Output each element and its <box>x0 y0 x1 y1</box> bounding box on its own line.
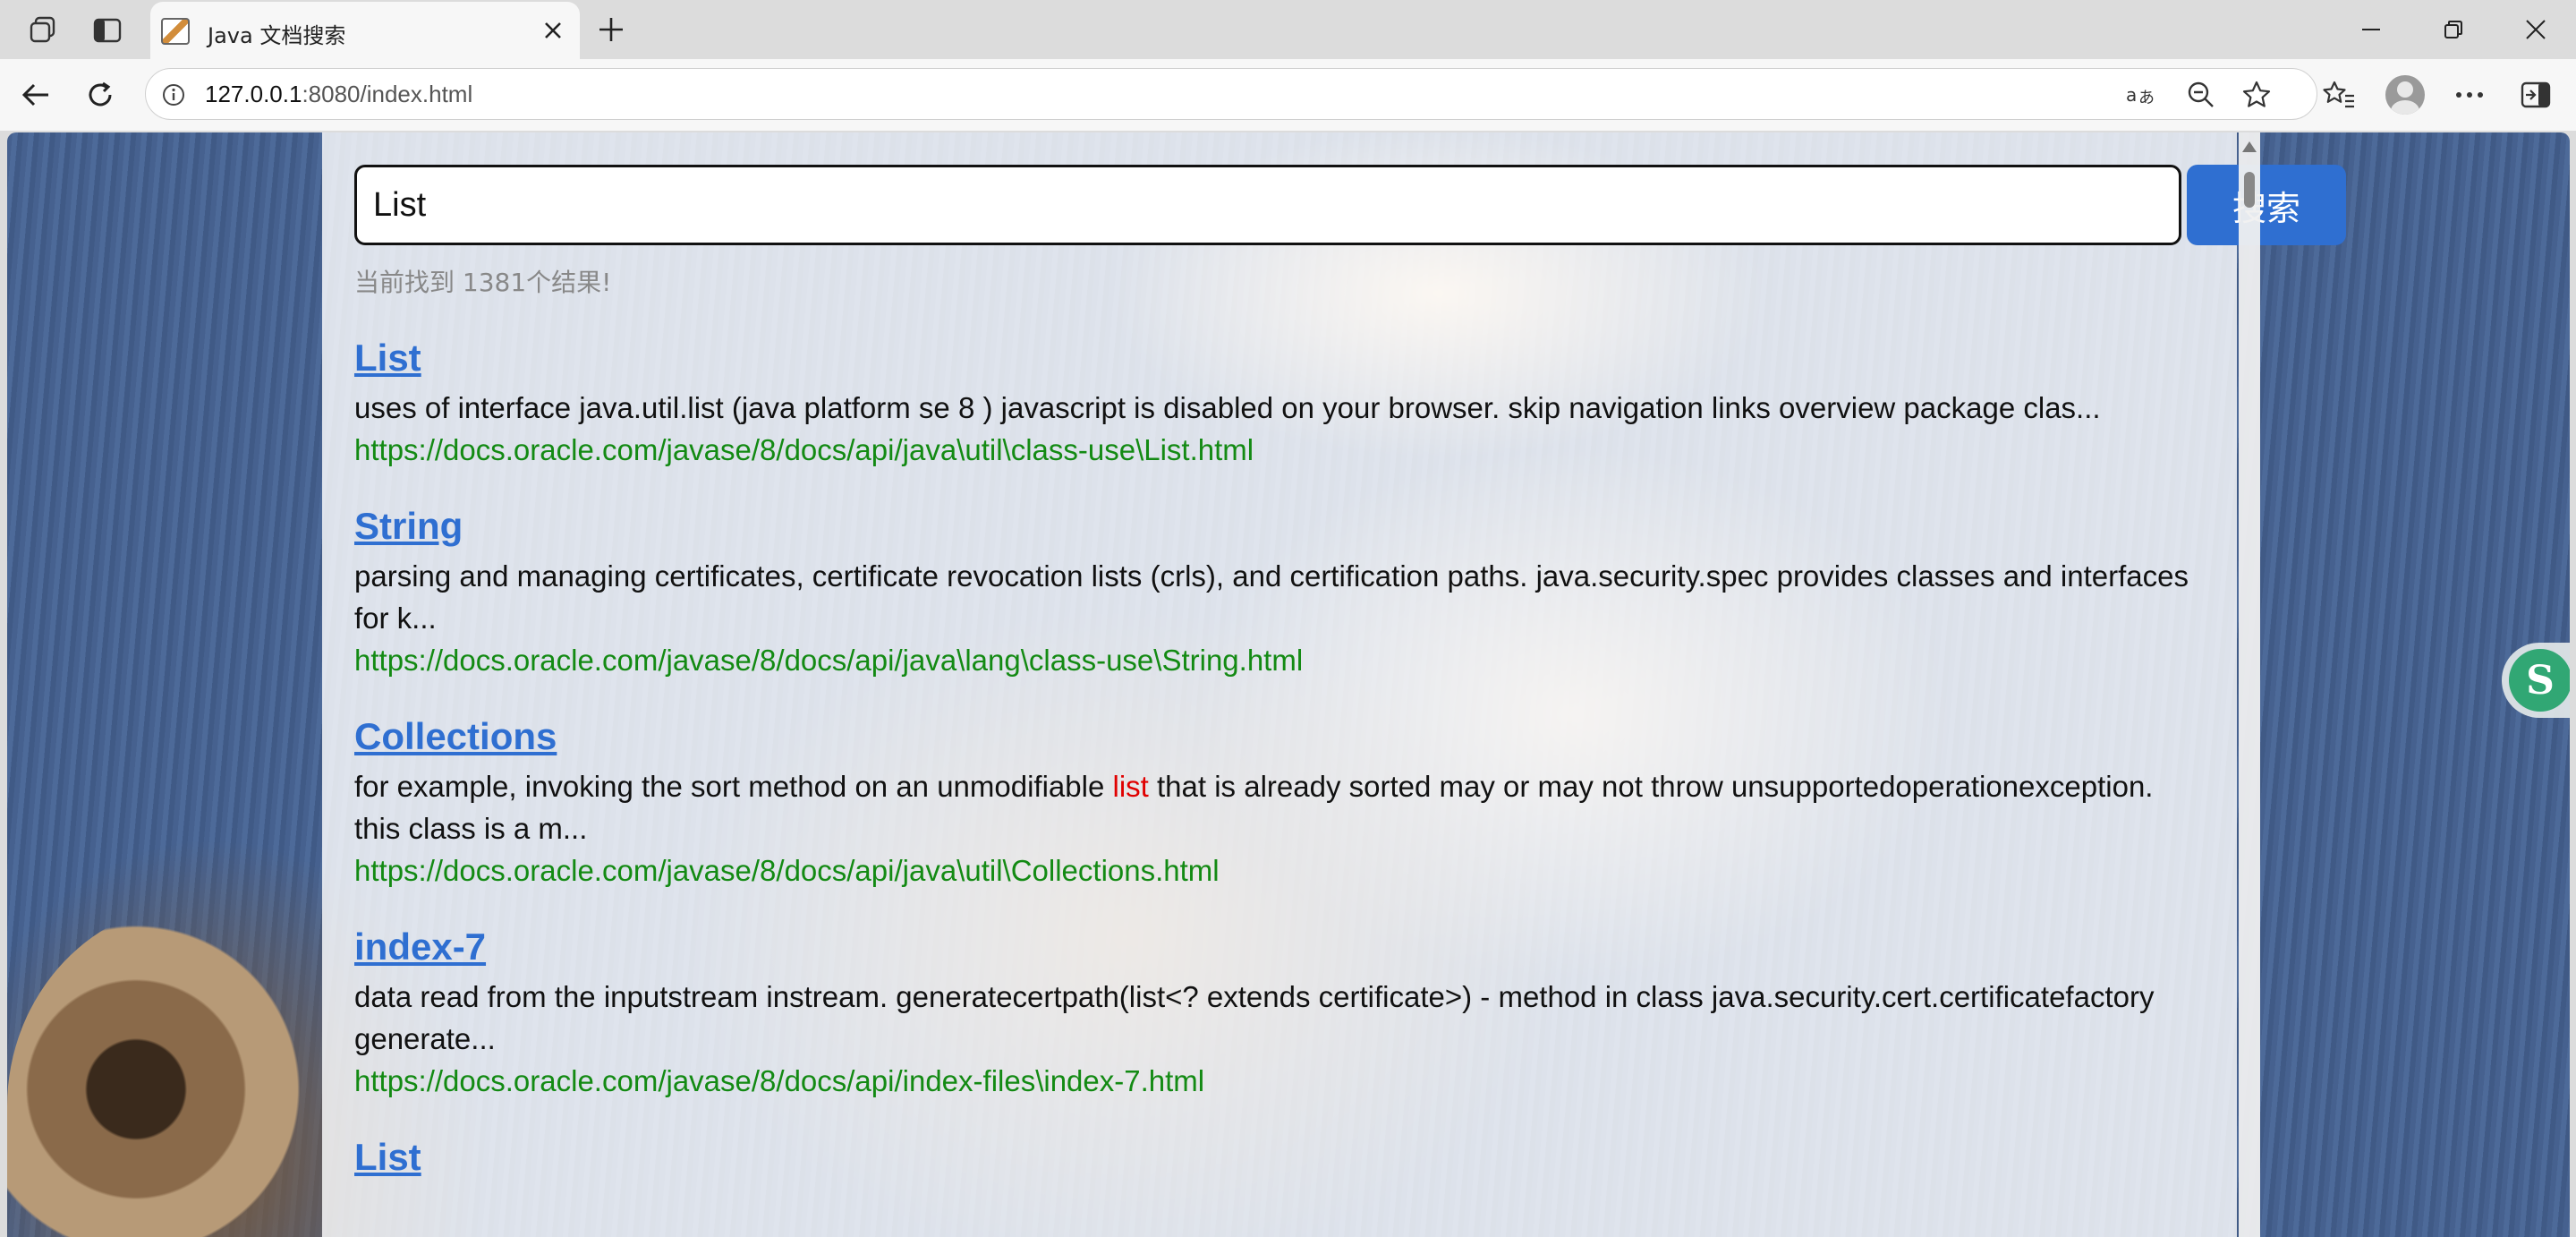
restore-icon[interactable] <box>2409 7 2498 52</box>
favorites-icon[interactable] <box>2317 73 2360 116</box>
new-tab-icon[interactable] <box>591 9 632 50</box>
result-url: https://docs.oracle.com/javase/8/docs/ap… <box>354 854 1220 887</box>
zoom-out-icon[interactable] <box>2184 78 2218 112</box>
result-description: uses of interface java.util.list (java p… <box>354 391 2101 424</box>
result-item: index-7 data read from the inputstream i… <box>354 922 2198 1102</box>
result-title-link[interactable]: index-7 <box>354 922 486 972</box>
svg-text:あ: あ <box>2138 89 2155 107</box>
browser-toolbar: 127.0.0.1:8080/index.html aあ <box>0 59 2576 131</box>
window-close-icon[interactable] <box>2491 7 2576 52</box>
read-aloud-icon[interactable]: aあ <box>2125 78 2159 112</box>
result-count: 当前找到 1381个结果! <box>354 268 612 297</box>
address-bar[interactable]: 127.0.0.1:8080/index.html aあ <box>145 68 2317 120</box>
info-icon[interactable] <box>158 80 189 110</box>
result-url: https://docs.oracle.com/javase/8/docs/ap… <box>354 644 1304 677</box>
result-title-link[interactable]: List <box>354 333 421 383</box>
result-title-link[interactable]: List <box>354 1132 421 1182</box>
result-title-link[interactable]: String <box>354 501 463 551</box>
workspaces-icon[interactable] <box>23 11 63 50</box>
search-input[interactable] <box>354 165 2181 245</box>
results-list: List uses of interface java.util.list (j… <box>354 333 2198 1213</box>
result-url: https://docs.oracle.com/javase/8/docs/ap… <box>354 433 1254 466</box>
close-icon[interactable] <box>537 14 569 47</box>
back-icon[interactable] <box>13 72 59 118</box>
page-scrollbar[interactable] <box>2239 132 2260 1237</box>
page-viewport: 搜索 当前找到 1381个结果! List uses of interface … <box>7 132 2570 1237</box>
scroll-up-arrow-icon[interactable] <box>2242 141 2257 152</box>
minimize-icon[interactable] <box>2326 7 2416 52</box>
browser-tab-bar: Java 文档搜索 <box>0 0 2576 59</box>
search-panel: 搜索 当前找到 1381个结果! List uses of interface … <box>322 132 2346 1237</box>
result-item: List uses of interface java.util.list (j… <box>354 333 2198 471</box>
refresh-icon[interactable] <box>77 72 123 118</box>
svg-text:a: a <box>2126 84 2137 106</box>
active-tab[interactable]: Java 文档搜索 <box>150 2 580 59</box>
result-item: List <box>354 1132 2198 1182</box>
result-title-link[interactable]: Collections <box>354 712 557 762</box>
profile-avatar[interactable] <box>2385 75 2425 115</box>
tab-favicon <box>161 18 190 45</box>
background-photo-detail <box>7 902 329 1237</box>
result-description: data read from the inputstream instream.… <box>354 980 2155 1055</box>
more-icon[interactable] <box>2448 73 2491 116</box>
url-text[interactable]: 127.0.0.1:8080/index.html <box>205 81 472 108</box>
favorite-star-icon[interactable] <box>2240 78 2274 112</box>
sidebar-icon[interactable] <box>2514 73 2557 116</box>
result-description: for example, invoking the sort method on… <box>354 770 2154 845</box>
assistant-logo-icon: S <box>2509 649 2570 712</box>
result-url: https://docs.oracle.com/javase/8/docs/ap… <box>354 1064 1205 1097</box>
result-item: String parsing and managing certificates… <box>354 501 2198 681</box>
vertical-tabs-icon[interactable] <box>88 11 127 50</box>
tab-title: Java 文档搜索 <box>208 23 346 48</box>
search-button[interactable]: 搜索 <box>2187 165 2346 245</box>
assistant-floating-button[interactable]: S <box>2502 643 2570 718</box>
result-description: parsing and managing certificates, certi… <box>354 559 2189 635</box>
result-item: Collections for example, invoking the so… <box>354 712 2198 891</box>
scroll-thumb[interactable] <box>2244 172 2255 208</box>
